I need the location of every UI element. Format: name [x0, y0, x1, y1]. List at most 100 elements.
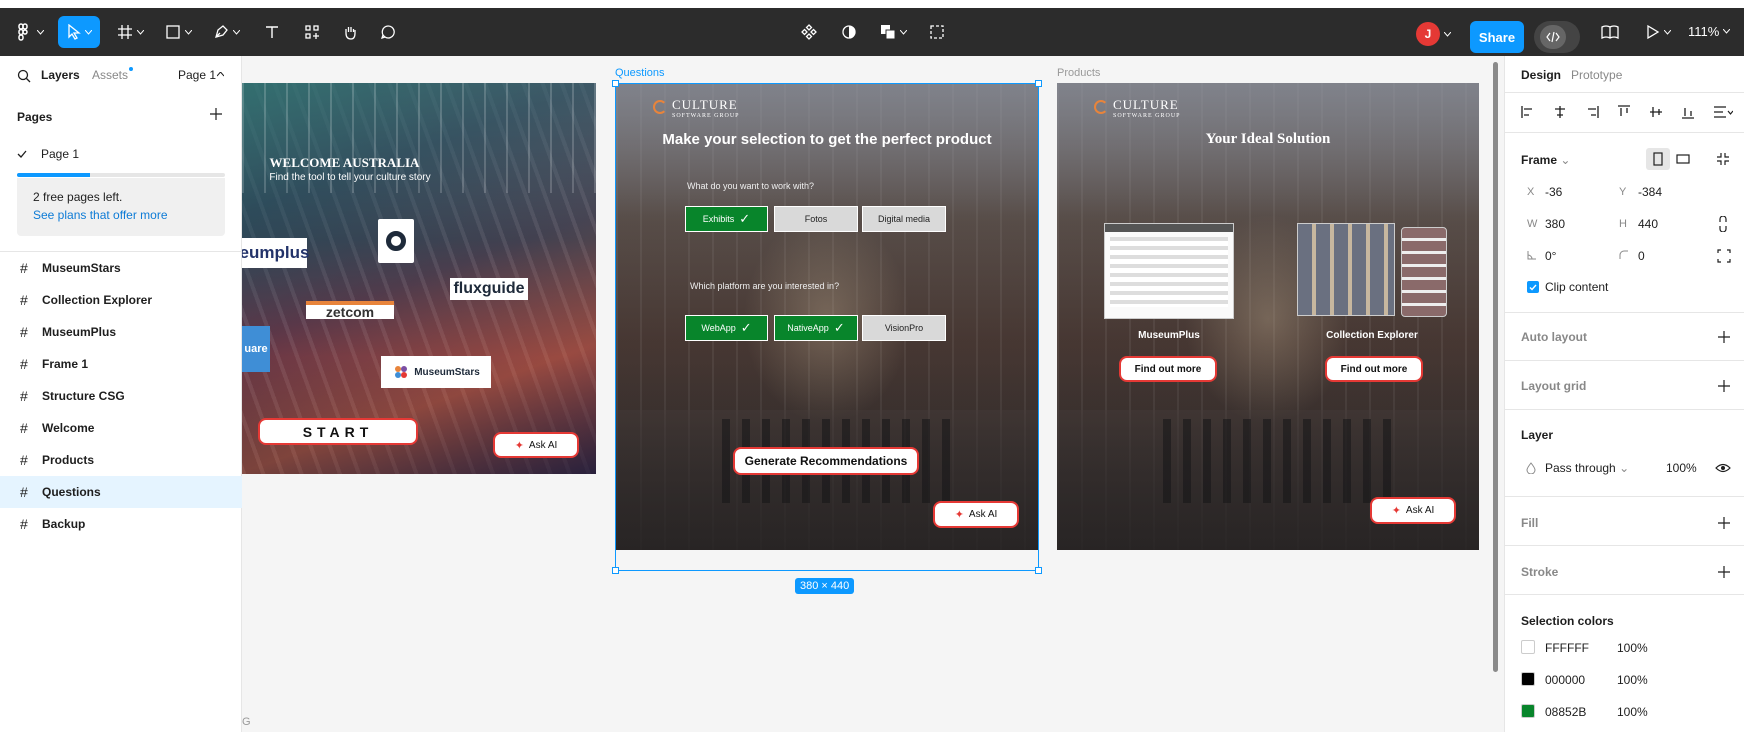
- layer-item-welcome[interactable]: # Welcome: [0, 412, 242, 444]
- layer-item-structure-csg[interactable]: # Structure CSG: [0, 380, 242, 412]
- frame-tool-button[interactable]: [112, 16, 148, 48]
- corner-radius-input[interactable]: 0: [1638, 249, 1645, 263]
- move-tool-button[interactable]: [58, 16, 100, 48]
- ask-ai-button[interactable]: ✦ Ask AI: [493, 432, 579, 458]
- main-menu-button[interactable]: [10, 16, 46, 48]
- hand-tool-button[interactable]: [334, 16, 366, 48]
- color-hex[interactable]: 08852B: [1545, 705, 1586, 719]
- component-icon: [801, 24, 817, 40]
- text-tool-button[interactable]: [256, 16, 288, 48]
- user-avatar[interactable]: J: [1416, 22, 1440, 46]
- canvas[interactable]: WELCOME AUSTRALIA Find the tool to tell …: [242, 56, 1504, 732]
- frame-hash-icon: #: [20, 420, 28, 436]
- layer-item-museumstars[interactable]: # MuseumStars: [0, 252, 242, 284]
- tab-assets[interactable]: Assets: [92, 68, 128, 82]
- zoom-value: 111%: [1688, 24, 1720, 39]
- layer-item-backup[interactable]: # Backup: [0, 508, 242, 540]
- add-stroke-icon[interactable]: [1716, 564, 1732, 580]
- find-out-more-button[interactable]: Find out more: [1325, 356, 1423, 382]
- resize-handle-bottom-right[interactable]: [1035, 567, 1042, 574]
- resize-handle-top-left[interactable]: [612, 80, 619, 87]
- canvas-vertical-scrollbar[interactable]: [1493, 62, 1498, 672]
- tab-layers[interactable]: Layers: [41, 68, 80, 82]
- dev-mode-toggle[interactable]: [1534, 21, 1580, 53]
- add-fill-icon[interactable]: [1716, 515, 1732, 531]
- divider: [1505, 496, 1744, 497]
- share-button[interactable]: Share: [1470, 21, 1524, 53]
- tab-design[interactable]: Design: [1521, 68, 1561, 82]
- crop-button[interactable]: [921, 16, 953, 48]
- frame-type-dropdown[interactable]: Frame ⌄: [1521, 153, 1570, 167]
- layer-item-frame-1[interactable]: # Frame 1: [0, 348, 242, 380]
- align-top-icon[interactable]: [1617, 105, 1631, 119]
- opacity-input[interactable]: 100%: [1666, 461, 1697, 475]
- add-auto-layout-icon[interactable]: [1716, 329, 1732, 345]
- color-hex[interactable]: FFFFFF: [1545, 641, 1589, 655]
- mask-button[interactable]: [833, 16, 865, 48]
- layer-item-products[interactable]: # Products: [0, 444, 242, 476]
- comment-tool-button[interactable]: [372, 16, 404, 48]
- blend-mode-dropdown[interactable]: Pass through ⌄: [1545, 461, 1629, 475]
- align-left-icon[interactable]: [1521, 105, 1535, 119]
- color-swatch[interactable]: [1521, 704, 1535, 718]
- add-layout-grid-icon[interactable]: [1716, 378, 1732, 394]
- constrain-proportions-icon[interactable]: [1718, 216, 1728, 232]
- distribute-icon[interactable]: [1713, 105, 1733, 119]
- resources-tool-button[interactable]: [296, 16, 328, 48]
- color-opacity[interactable]: 100%: [1617, 705, 1648, 719]
- color-opacity[interactable]: 100%: [1617, 641, 1648, 655]
- landscape-icon[interactable]: [1676, 153, 1690, 165]
- color-hex[interactable]: 000000: [1545, 673, 1585, 687]
- tab-prototype[interactable]: Prototype: [1571, 68, 1622, 82]
- page-selector[interactable]: Page 1: [178, 68, 216, 82]
- see-plans-link[interactable]: See plans that offer more: [33, 208, 209, 222]
- ask-ai-label: Ask AI: [528, 439, 558, 451]
- present-button[interactable]: [1640, 16, 1676, 48]
- zoom-dropdown[interactable]: 111%: [1688, 24, 1731, 39]
- frame-label-products[interactable]: Products: [1057, 67, 1100, 79]
- y-input[interactable]: -384: [1638, 185, 1662, 199]
- independent-corners-icon[interactable]: [1717, 249, 1731, 263]
- align-horizontal-center-icon[interactable]: [1553, 105, 1567, 119]
- portrait-orientation-button[interactable]: [1646, 148, 1670, 170]
- align-bottom-icon[interactable]: [1681, 105, 1695, 119]
- layer-item-museumplus[interactable]: # MuseumPlus: [0, 316, 242, 348]
- ask-ai-button[interactable]: ✦ Ask AI: [1370, 497, 1456, 524]
- start-button[interactable]: START: [258, 418, 418, 445]
- chevron-down-icon[interactable]: [1444, 32, 1451, 37]
- library-button[interactable]: [1594, 16, 1626, 48]
- layer-item-questions[interactable]: # Questions: [0, 476, 242, 508]
- eye-icon[interactable]: [1715, 463, 1731, 473]
- find-out-more-button[interactable]: Find out more: [1119, 356, 1217, 382]
- width-input[interactable]: 380: [1545, 217, 1565, 231]
- add-page-icon[interactable]: [208, 106, 224, 122]
- rotation-input[interactable]: 0°: [1545, 249, 1556, 263]
- resize-handle-top-right[interactable]: [1035, 80, 1042, 87]
- page-item-page-1[interactable]: Page 1: [0, 140, 242, 168]
- boolean-button[interactable]: [873, 16, 913, 48]
- selection-bounds[interactable]: [615, 83, 1039, 571]
- color-opacity[interactable]: 100%: [1617, 673, 1648, 687]
- align-vertical-center-icon[interactable]: [1649, 105, 1663, 119]
- resources-icon: [305, 25, 319, 39]
- height-input[interactable]: 440: [1638, 217, 1658, 231]
- align-right-icon[interactable]: [1585, 105, 1599, 119]
- frame-products[interactable]: CULTURE SOFTWARE GROUP Your Ideal Soluti…: [1057, 83, 1479, 550]
- chevron-up-icon[interactable]: [217, 72, 224, 77]
- shape-tool-button[interactable]: [160, 16, 196, 48]
- resize-to-fit-icon[interactable]: [1716, 152, 1730, 166]
- components-button[interactable]: [793, 16, 825, 48]
- search-icon[interactable]: [17, 69, 31, 83]
- divider: [1505, 132, 1744, 133]
- color-swatch[interactable]: [1521, 672, 1535, 686]
- resize-handle-bottom-left[interactable]: [612, 567, 619, 574]
- clip-content-checkbox[interactable]: [1527, 281, 1539, 293]
- frame-label-questions[interactable]: Questions: [615, 67, 665, 79]
- layer-item-label: Welcome: [42, 421, 95, 435]
- color-swatch[interactable]: [1521, 640, 1535, 654]
- frame-welcome[interactable]: WELCOME AUSTRALIA Find the tool to tell …: [242, 83, 596, 474]
- x-input[interactable]: -36: [1545, 185, 1562, 199]
- layer-item-collection-explorer[interactable]: # Collection Explorer: [0, 284, 242, 316]
- assets-notification-dot: [129, 67, 133, 71]
- pen-tool-button[interactable]: [208, 16, 244, 48]
